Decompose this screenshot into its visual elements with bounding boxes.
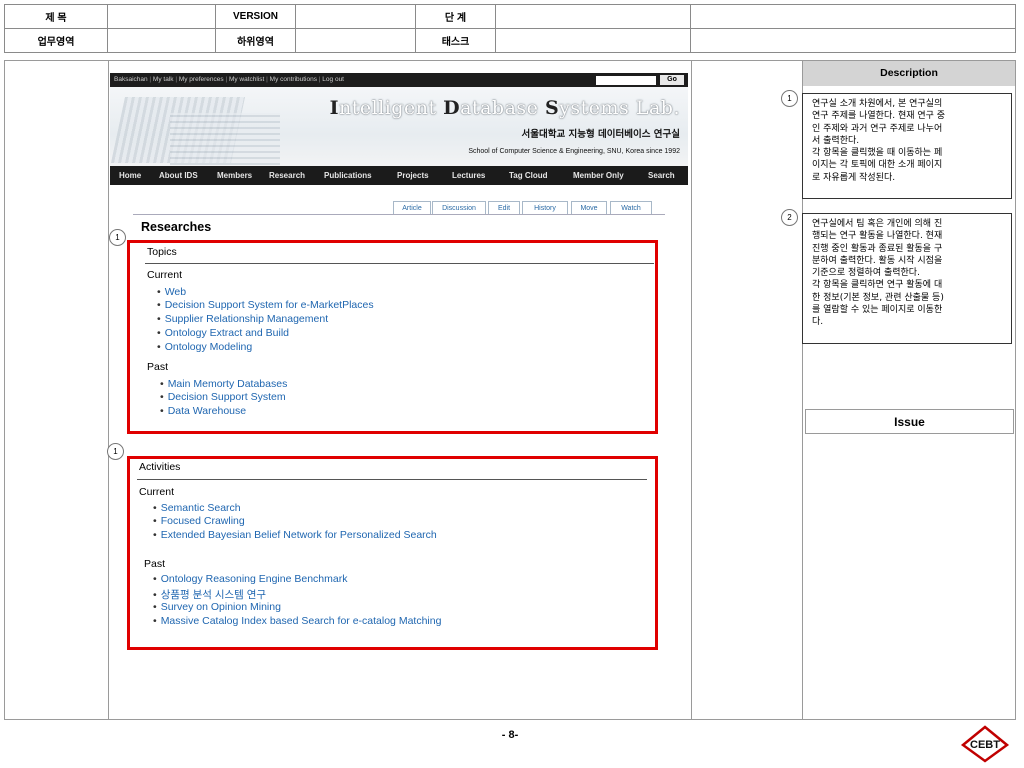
nav-research[interactable]: Research [269,166,305,185]
frame-divider [691,61,692,719]
topic-item[interactable]: • Ontology Extract and Build [157,327,289,339]
nav-tag-cloud[interactable]: Tag Cloud [509,166,548,185]
lab-korean-name: 서울대학교 지능형 데이터베이스 연구실 [521,129,680,140]
description-item-2: 연구실에서 팀 혹은 개인에 의해 진 행되는 연구 활동을 나열한다. 현재 … [802,213,1012,344]
activities-heading: Activities [139,461,181,473]
nav-about-ids[interactable]: About IDS [159,166,198,185]
topic-item[interactable]: • Decision Support System [160,391,286,403]
topic-item[interactable]: • Data Warehouse [160,405,246,417]
sub-area-label: 하위영역 [215,28,296,53]
task-label: 태스크 [415,28,496,53]
nav-lectures[interactable]: Lectures [452,166,485,185]
go-button[interactable]: Go [660,75,684,85]
topic-item[interactable]: • Ontology Modeling [157,341,252,353]
topics-rule [145,263,654,264]
activity-item[interactable]: • Ontology Reasoning Engine Benchmark [153,573,347,585]
description-header: Description [803,61,1015,86]
description-marker: 2 [781,209,798,226]
tab-article[interactable]: Article [393,201,431,215]
activities-rule [137,479,647,480]
user-link[interactable]: Baksaichan [114,76,148,83]
title-value [107,4,216,29]
topic-item[interactable]: • Main Memorty Databases [160,378,287,390]
frame-divider [108,61,109,719]
description-marker: 1 [781,90,798,107]
school-line: School of Computer Science & Engineering… [468,148,680,155]
activity-item[interactable]: • Massive Catalog Index based Search for … [153,615,441,627]
nav-publications[interactable]: Publications [324,166,372,185]
building-image [170,113,280,165]
nav-projects[interactable]: Projects [397,166,429,185]
activity-item[interactable]: • 상품평 분석 시스템 연구 [153,587,266,602]
page-number: - 8- [501,729,519,741]
business-area-label: 업무영역 [4,28,108,53]
document-header-table: 제 목 VERSION 단 계 업무영역 하위영역 태스크 [4,4,1016,53]
nav-search[interactable]: Search [648,166,675,185]
tab-watch[interactable]: Watch [610,201,652,215]
activity-item[interactable]: • Semantic Search [153,502,241,514]
business-area-value [107,28,216,53]
topic-item[interactable]: • Web [157,286,186,298]
stage-label: 단 계 [415,4,496,29]
activity-item[interactable]: • Extended Bayesian Belief Network for Pe… [153,529,437,541]
my-talk-link[interactable]: My talk [153,76,174,83]
tab-history[interactable]: History [522,201,568,215]
version-label: VERSION [215,4,296,29]
tab-discussion[interactable]: Discussion [432,201,486,215]
tab-edit[interactable]: Edit [488,201,520,215]
topic-item[interactable]: • Supplier Relationship Management [157,313,328,325]
tab-underline [133,214,665,215]
my-watchlist-link[interactable]: My watchlist [229,76,264,83]
sub-area-value [295,28,416,53]
my-contributions-link[interactable]: My contributions [270,76,317,83]
issue-header: Issue [805,409,1014,434]
marker-circle: 1 [107,443,124,460]
cebt-logo: CEBT [960,725,1010,763]
title-label: 제 목 [4,4,108,29]
activity-item[interactable]: • Survey on Opinion Mining [153,601,281,613]
topics-past-label: Past [147,361,169,373]
wiki-user-bar: Baksaichan | My talk | My preferences | … [110,73,688,87]
main-nav: Home About IDS Members Research Publicat… [110,166,688,185]
version-value [295,4,416,29]
activities-current-label: Current [139,486,175,498]
lab-banner: Intelligent Database Systems Lab. 서울대학교 … [110,87,688,166]
topics-heading: Topics [147,246,177,258]
topics-current-label: Current [147,269,183,281]
stage-value [495,4,691,29]
description-item-1: 연구실 소개 차원에서, 본 연구실의 연구 주제를 나열한다. 현재 연구 중… [802,93,1012,199]
nav-member-only[interactable]: Member Only [573,166,624,185]
wiki-search-input[interactable] [596,76,656,85]
activities-past-label: Past [144,558,166,570]
topic-item[interactable]: • Decision Support System for e-MarketPla… [157,299,374,311]
task-value [495,28,691,53]
header-blank-cell [690,4,1016,29]
page-title: Researches [141,220,212,234]
header-blank-cell [690,28,1016,53]
nav-members[interactable]: Members [217,166,252,185]
svg-text:CEBT: CEBT [970,739,1000,751]
nav-home[interactable]: Home [119,166,141,185]
tab-move[interactable]: Move [571,201,607,215]
logout-link[interactable]: Log out [322,76,344,83]
activity-item[interactable]: • Focused Crawling [153,515,245,527]
cebt-logo-mark: CEBT [960,725,1010,763]
marker-circle: 1 [109,229,126,246]
my-preferences-link[interactable]: My preferences [179,76,224,83]
lab-title: Intelligent Database Systems Lab. [329,97,680,119]
